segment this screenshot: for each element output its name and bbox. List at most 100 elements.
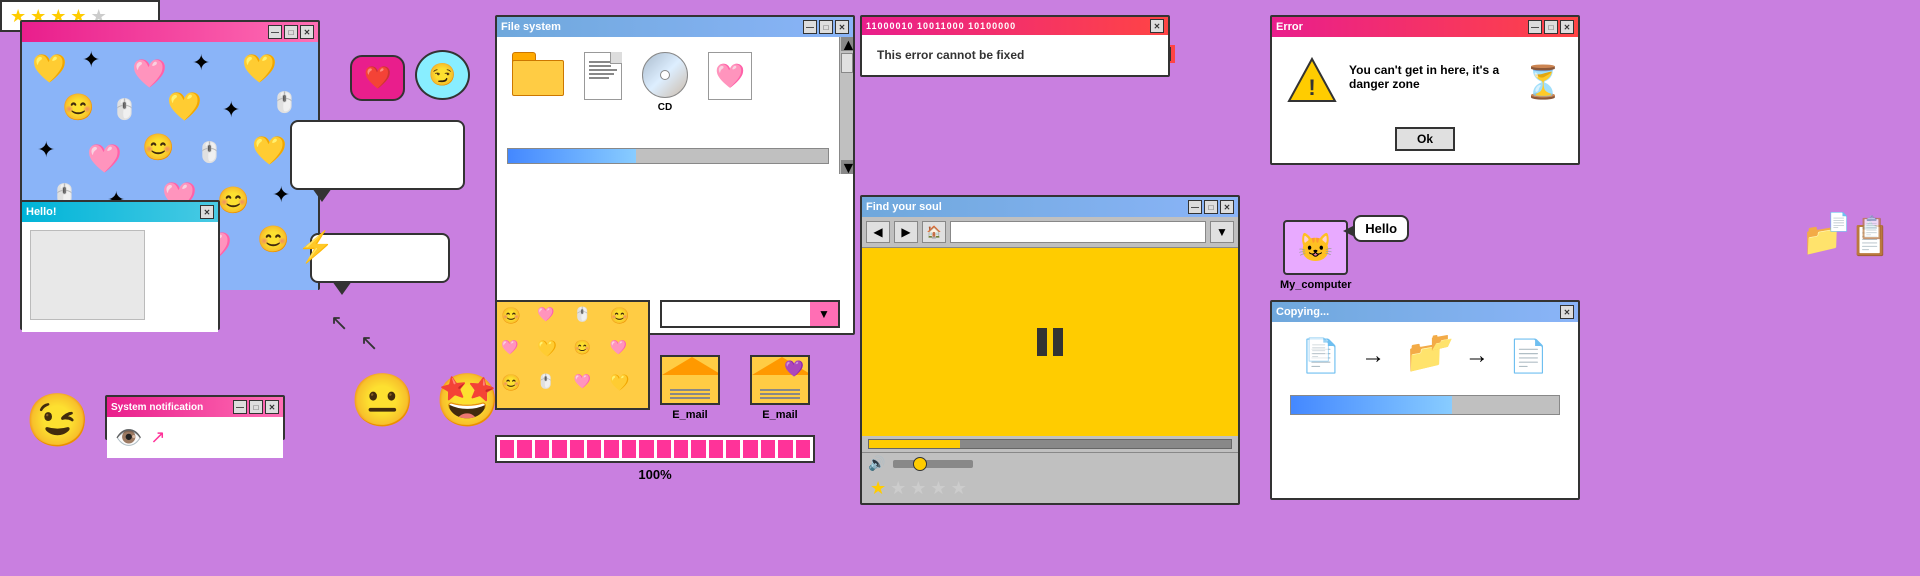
nav-home-button[interactable]: 🏠: [922, 221, 946, 243]
error-dialog-controls[interactable]: — □ ✕: [1528, 20, 1574, 34]
b-star-1: ★: [870, 478, 886, 499]
copying-close[interactable]: ✕: [1560, 305, 1574, 319]
email-1-label: E_mail: [672, 409, 707, 421]
document-shape: [584, 52, 622, 100]
filesystem-controls[interactable]: — □ ✕: [803, 20, 849, 34]
ed-close[interactable]: ✕: [1560, 20, 1574, 34]
browser-minimize[interactable]: —: [1188, 200, 1202, 214]
hello-controls[interactable]: ✕: [200, 205, 214, 219]
error-main-controls[interactable]: ✕: [1150, 19, 1164, 33]
dropdown-arrow-button[interactable]: ▼: [810, 302, 838, 326]
my-computer-label[interactable]: My_computer: [1280, 279, 1352, 291]
error-dialog-title: Error: [1276, 21, 1303, 33]
minimize-button[interactable]: —: [268, 25, 282, 39]
ok-button[interactable]: Ok: [1395, 127, 1455, 151]
dropdown[interactable]: ▼: [660, 300, 840, 328]
pause-bar-1: [1037, 328, 1047, 356]
image-shape: 🩷: [708, 52, 752, 100]
scrollbar-thumb[interactable]: [841, 53, 853, 73]
hello-window: Hello! ✕: [20, 200, 220, 330]
target-doc-icon: 📄: [1509, 337, 1549, 375]
fs-maximize[interactable]: □: [819, 20, 833, 34]
browser-stars: ★ ★ ★ ★ ★: [862, 474, 1238, 503]
svg-text:!: !: [1308, 75, 1315, 100]
scrollbar-down[interactable]: ▼: [841, 160, 853, 174]
hello-close-button[interactable]: ✕: [200, 205, 214, 219]
copy-arrow-2: →: [1465, 342, 1489, 370]
address-bar[interactable]: [950, 221, 1206, 243]
cd-label: CD: [658, 102, 672, 113]
folder-icon-item[interactable]: [512, 52, 564, 96]
browser-close[interactable]: ✕: [1220, 200, 1234, 214]
heart-notification: ❤️: [350, 55, 405, 101]
filesystem-titlebar: File system — □ ✕: [497, 17, 853, 37]
browser-titlebar: Find your soul — □ ✕: [862, 197, 1238, 217]
sysnotif-min[interactable]: —: [233, 400, 247, 414]
pause-bar-2: [1053, 328, 1063, 356]
error-body: ! You can't get in here, it's a danger z…: [1272, 37, 1578, 127]
fs-minimize[interactable]: —: [803, 20, 817, 34]
volume-icon: 🔊: [868, 455, 885, 472]
browser-progress-row: [862, 436, 1238, 452]
computer-monitor: 😺: [1283, 220, 1348, 275]
sysnotif-close[interactable]: ✕: [265, 400, 279, 414]
hello-speech-bubble: Hello: [1353, 215, 1409, 242]
close-button[interactable]: ✕: [300, 25, 314, 39]
browser-maximize[interactable]: □: [1204, 200, 1218, 214]
large-bubble: [290, 120, 465, 190]
doc-stack-2: 📋: [1858, 215, 1885, 241]
sysnotif-controls[interactable]: — □ ✕: [233, 400, 279, 414]
cursor-arrow-1: ↖: [330, 310, 348, 336]
emoji-wink: 😉: [25, 390, 90, 451]
copying-title: Copying...: [1276, 306, 1329, 318]
ok-button-area: Ok: [1272, 127, 1578, 163]
cd-icon-item[interactable]: CD: [642, 52, 688, 113]
filesystem-scrollbar[interactable]: ▲ ▼: [839, 37, 853, 174]
copying-content: 📄 📄 → 📁 📂 → 📄: [1272, 322, 1578, 430]
nav-forward-button[interactable]: ▶: [894, 221, 918, 243]
image-icon-item[interactable]: 🩷: [708, 52, 752, 100]
my-computer-icon-wrap[interactable]: 😺 Hello: [1283, 220, 1348, 275]
email-envelope-1: [660, 355, 720, 405]
ps-13: [709, 440, 723, 458]
browser-controls[interactable]: — □ ✕: [1188, 200, 1234, 214]
ps-10: [657, 440, 671, 458]
sysnotif-max[interactable]: □: [249, 400, 263, 414]
ed-max[interactable]: □: [1544, 20, 1558, 34]
email-area: E_mail 💜 E_mail: [660, 355, 810, 421]
scrollbar-up[interactable]: ▲: [841, 37, 853, 51]
binary-text-main: 11000010 10011000 10100000: [866, 21, 1016, 31]
emoji-neutral: 😐: [350, 370, 415, 431]
my-computer-area: 😺 Hello My_computer: [1280, 220, 1352, 291]
copying-titlebar: Copying... ✕: [1272, 302, 1578, 322]
doc-stack[interactable]: 📋 📋: [1850, 220, 1890, 258]
error-text: You can't get in here, it's a danger zon…: [1349, 63, 1511, 91]
hello-title: Hello!: [26, 206, 57, 218]
document-icon-item[interactable]: [584, 52, 622, 100]
cd-shape: [642, 52, 688, 98]
copy-icon-row: 📄 📄 → 📁 📂 → 📄: [1301, 337, 1549, 375]
pattern-controls[interactable]: — □ ✕: [268, 25, 314, 39]
copying-controls[interactable]: ✕: [1560, 305, 1574, 319]
volume-slider[interactable]: [893, 460, 973, 468]
nav-go-button[interactable]: ▼: [1210, 221, 1234, 243]
progress-bar-area: 100%: [495, 435, 815, 482]
ps-6: [587, 440, 601, 458]
nav-back-button[interactable]: ◀: [866, 221, 890, 243]
file-icons: CD 🩷: [497, 37, 839, 128]
source-doc-icon: 📄 📄: [1301, 337, 1341, 375]
copy-arrow: →: [1361, 342, 1385, 370]
fs-close[interactable]: ✕: [835, 20, 849, 34]
volume-thumb[interactable]: [913, 457, 927, 471]
email-2: 💜 E_mail: [750, 355, 810, 421]
folder-with-files[interactable]: 📁 📄: [1802, 220, 1842, 258]
maximize-button[interactable]: □: [284, 25, 298, 39]
sysnotif-eye-icon: 👁️: [115, 425, 142, 451]
ps-12: [691, 440, 705, 458]
error-main-titlebar: 11000010 10011000 10100000 ✕: [862, 17, 1168, 35]
error-close-main[interactable]: ✕: [1150, 19, 1164, 33]
ps-17: [778, 440, 792, 458]
ps-16: [761, 440, 775, 458]
browser-seek-bar[interactable]: [868, 439, 1232, 449]
ed-min[interactable]: —: [1528, 20, 1542, 34]
